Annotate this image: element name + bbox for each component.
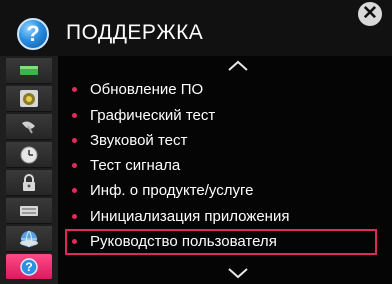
menu-item-label: Тест сигнала (90, 157, 181, 174)
help-icon: ? (17, 18, 49, 50)
menu-item-label: Инф. о продукте/услуге (90, 182, 254, 199)
close-button[interactable]: ✕ (358, 2, 382, 26)
menu-item-label: Руководство пользователя (90, 233, 277, 250)
menu-item-app-reset[interactable]: Инициализация приложения (66, 204, 372, 230)
network-globe-icon (20, 230, 38, 248)
bullet-icon (72, 239, 77, 244)
picture-icon (20, 66, 38, 75)
support-menu-panel: ? ПОДДЕРЖКА ✕ ? Обновление ПО Графически… (0, 0, 392, 284)
keyboard-icon (20, 206, 38, 216)
rail-item-support[interactable]: ? (6, 254, 52, 280)
support-icon: ? (20, 258, 38, 276)
satellite-dish-icon (22, 121, 35, 134)
rail-item-options[interactable] (6, 198, 52, 224)
menu-item-label: Звуковой тест (90, 132, 188, 149)
rail-item-network[interactable] (6, 226, 52, 252)
clock-icon (20, 146, 38, 164)
support-menu-list: Обновление ПО Графический тест Звуковой … (65, 56, 392, 284)
menu-header: ? ПОДДЕРЖКА ✕ (0, 0, 392, 56)
bullet-icon (72, 163, 77, 168)
menu-item-product-info[interactable]: Инф. о продукте/услуге (66, 178, 372, 204)
bullet-icon (72, 87, 77, 92)
svg-text:?: ? (25, 260, 32, 274)
close-icon: ✕ (362, 3, 378, 24)
rail-item-lock[interactable] (6, 170, 52, 196)
rail-item-picture[interactable] (6, 58, 52, 84)
chevron-up-icon[interactable] (226, 59, 250, 73)
speaker-icon (20, 90, 38, 107)
menu-item-software-update[interactable]: Обновление ПО (66, 77, 372, 103)
rail-item-audio[interactable] (6, 86, 52, 112)
category-rail: ? (0, 56, 58, 284)
rail-item-channels[interactable] (6, 114, 52, 140)
bullet-icon (72, 214, 77, 219)
lock-icon (23, 174, 35, 191)
bullet-icon (72, 113, 77, 118)
menu-item-label: Инициализация приложения (90, 208, 290, 225)
menu-item-user-guide[interactable]: Руководство пользователя (65, 229, 377, 255)
bullet-icon (72, 188, 77, 193)
menu-item-picture-test[interactable]: Графический тест (66, 103, 372, 129)
rail-item-time[interactable] (6, 142, 52, 168)
menu-item-sound-test[interactable]: Звуковой тест (66, 128, 372, 154)
chevron-down-icon[interactable] (226, 266, 250, 280)
menu-item-signal-test[interactable]: Тест сигнала (66, 153, 372, 179)
menu-item-label: Графический тест (90, 107, 216, 124)
menu-item-label: Обновление ПО (90, 81, 204, 98)
page-title: ПОДДЕРЖКА (66, 21, 204, 44)
bullet-icon (72, 138, 77, 143)
